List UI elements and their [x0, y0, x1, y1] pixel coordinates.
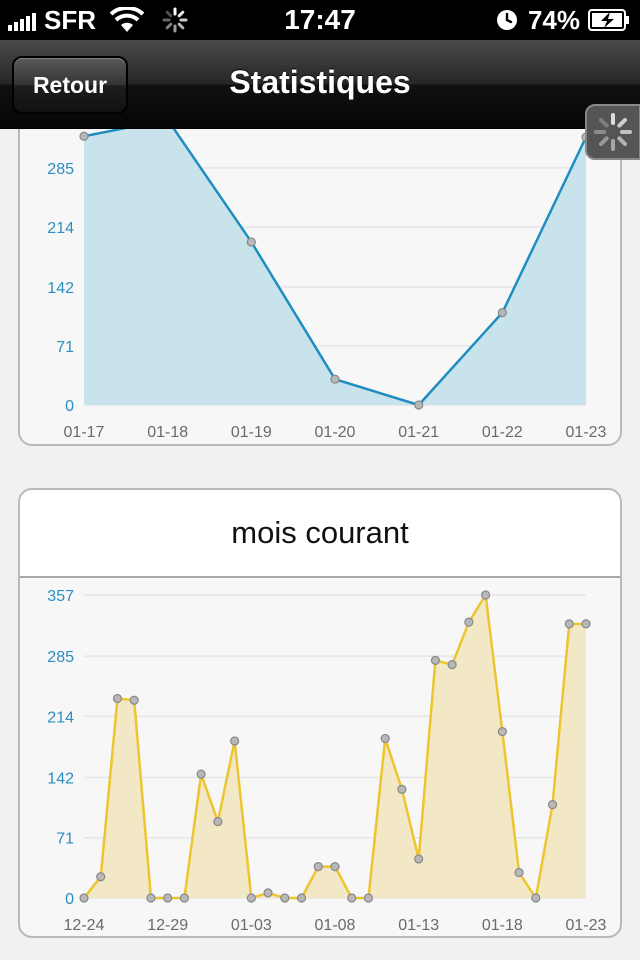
- x-tick-label: 01-18: [147, 424, 188, 441]
- status-bar: SFR 17:47 74%: [0, 0, 640, 40]
- navigation-bar: Retour Statistiques: [0, 40, 640, 129]
- x-tick-label: 01-13: [398, 917, 439, 934]
- area-fill: [84, 595, 586, 898]
- y-tick-label: 214: [47, 709, 74, 726]
- data-point: [112, 693, 123, 704]
- data-point: [146, 893, 156, 903]
- battery-charging-icon: [588, 9, 629, 31]
- page-title: Statistiques: [229, 64, 411, 100]
- battery-percent: 74%: [527, 4, 580, 35]
- x-tick-label: 01-20: [315, 424, 356, 441]
- data-point: [414, 854, 424, 864]
- y-tick-label: 285: [47, 649, 74, 666]
- x-tick-label: 01-18: [482, 917, 523, 934]
- data-point: [347, 893, 357, 903]
- data-point: [497, 727, 507, 737]
- data-point: [363, 893, 374, 903]
- x-tick-label: 01-17: [64, 424, 105, 441]
- data-point: [79, 131, 89, 141]
- monthly-area-chart: 0 71 142 214 285 357 12-24 12-29 01-03 01-08 01-13…: [47, 588, 607, 934]
- data-point: [330, 861, 340, 872]
- x-tick-label: 01-22: [482, 424, 523, 441]
- data-point: [79, 893, 89, 903]
- data-point: [514, 867, 524, 878]
- y-tick-label: 285: [47, 161, 74, 178]
- x-tick-label: 01-03: [231, 917, 272, 934]
- weekly-chart-card: 0 71 142 214 285 01-17 01-18 01-19 01-20 01-21 01-…: [18, 80, 622, 446]
- data-point: [196, 769, 206, 779]
- data-point: [430, 655, 440, 665]
- x-tick-label: 01-23: [566, 917, 607, 934]
- y-tick-label: 142: [47, 770, 74, 787]
- y-tick-label: 142: [47, 280, 74, 297]
- data-point: [481, 590, 491, 600]
- y-tick-label: 71: [56, 339, 74, 356]
- area-fill: [84, 119, 586, 405]
- data-point: [397, 784, 407, 794]
- y-tick-label: 71: [56, 831, 74, 848]
- x-tick-label: 01-21: [398, 424, 439, 441]
- data-point: [414, 400, 424, 410]
- data-point: [129, 695, 139, 705]
- data-point: [246, 893, 256, 903]
- data-point: [547, 800, 558, 810]
- weekly-area-chart: 0 71 142 214 285 01-17 01-18 01-19 01-20 01-21 01-…: [47, 115, 607, 441]
- loading-spinner-icon: [594, 113, 632, 151]
- monthly-chart-card: mois courant 0 71 142 214 285 357 12-24 12-29 01…: [18, 488, 622, 938]
- data-point: [464, 617, 474, 627]
- data-point: [246, 237, 256, 247]
- data-point: [263, 888, 273, 898]
- x-tick-label: 01-08: [315, 917, 356, 934]
- data-point: [564, 619, 574, 629]
- data-point: [380, 733, 390, 744]
- data-point: [163, 893, 173, 903]
- data-point: [280, 893, 290, 903]
- data-point: [330, 374, 340, 384]
- data-point: [497, 308, 507, 318]
- data-point: [96, 872, 106, 882]
- y-tick-label: 214: [47, 220, 74, 237]
- data-point: [581, 619, 591, 629]
- y-tick-label: 357: [47, 588, 74, 605]
- data-point: [230, 736, 240, 746]
- y-tick-label: 0: [65, 398, 74, 415]
- x-tick-label: 12-24: [64, 917, 105, 934]
- data-point: [179, 893, 189, 903]
- data-point: [447, 659, 457, 670]
- x-tick-label: 01-19: [231, 424, 272, 441]
- y-tick-label: 0: [65, 891, 74, 908]
- data-point: [213, 817, 223, 827]
- clock-alarm-icon: [496, 10, 517, 30]
- x-tick-label: 12-29: [147, 917, 188, 934]
- data-point: [531, 893, 541, 903]
- x-tick-label: 01-23: [566, 424, 607, 441]
- data-point: [296, 893, 307, 903]
- data-point: [313, 861, 323, 872]
- refresh-button[interactable]: [585, 104, 640, 160]
